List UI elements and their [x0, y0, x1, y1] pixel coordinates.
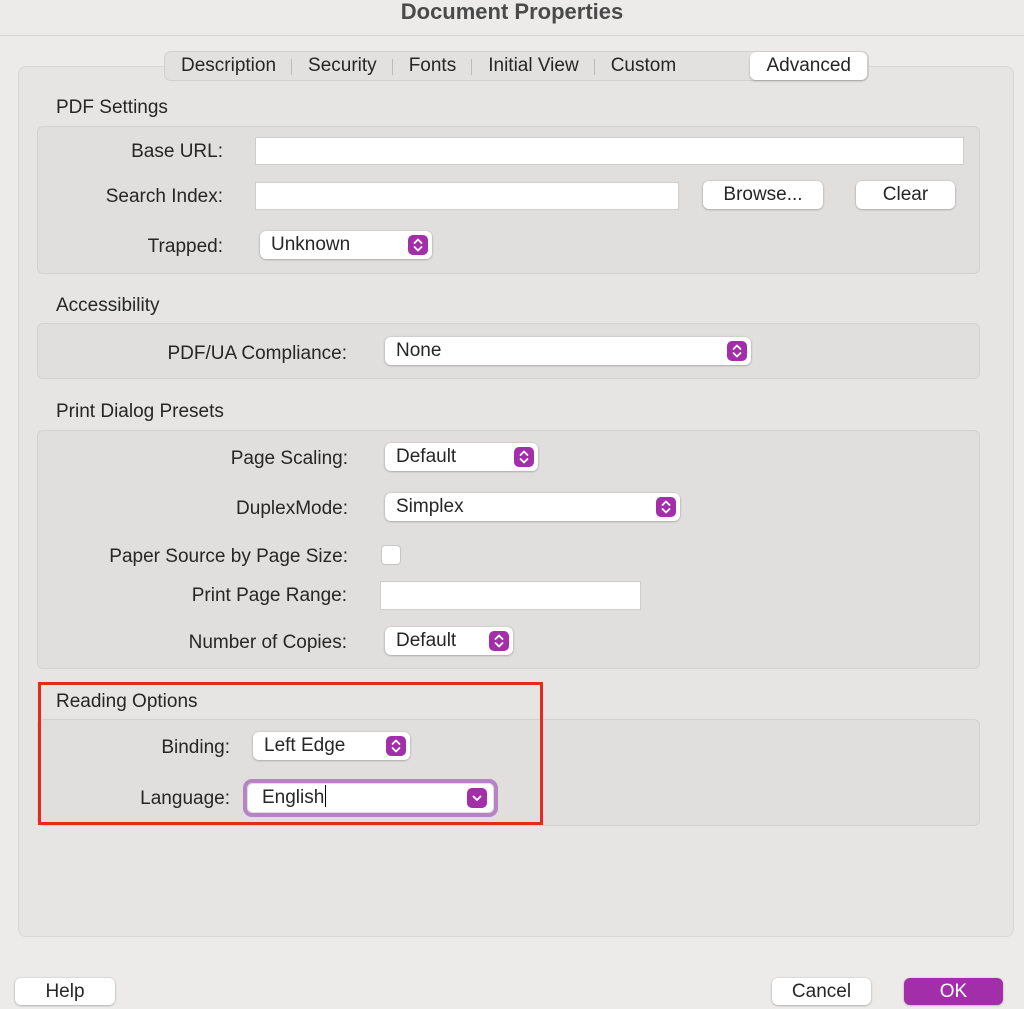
paper-source-label: Paper Source by Page Size: [109, 546, 348, 567]
updown-arrows-icon [656, 497, 676, 517]
paper-source-checkbox[interactable] [381, 545, 401, 565]
help-button[interactable]: Help [15, 978, 115, 1005]
duplex-value: Simplex [396, 496, 464, 517]
updown-arrows-icon [727, 341, 747, 361]
print-presets-title: Print Dialog Presets [56, 401, 224, 422]
duplex-label: DuplexMode: [236, 498, 348, 519]
tab-custom[interactable]: Custom [595, 52, 692, 80]
pdfua-label: PDF/UA Compliance: [167, 343, 347, 364]
search-index-field[interactable] [255, 182, 679, 210]
copies-popup[interactable]: Default [385, 627, 513, 655]
copies-value: Default [396, 630, 457, 651]
tab-advanced[interactable]: Advanced [750, 52, 867, 80]
pdf-settings-title: PDF Settings [56, 97, 168, 118]
trapped-value: Unknown [271, 234, 351, 255]
tab-initial-view[interactable]: Initial View [472, 52, 596, 80]
cancel-button[interactable]: Cancel [772, 978, 871, 1005]
base-url-field[interactable] [255, 137, 964, 165]
updown-arrows-icon [408, 235, 428, 255]
print-range-field[interactable] [380, 581, 641, 610]
page-scaling-popup[interactable]: Default [385, 443, 538, 471]
tab-fonts[interactable]: Fonts [393, 52, 473, 80]
search-index-label: Search Index: [105, 186, 223, 207]
duplex-popup[interactable]: Simplex [385, 493, 680, 521]
tab-security[interactable]: Security [292, 52, 393, 80]
tab-description[interactable]: Description [165, 52, 293, 80]
pdfua-value: None [396, 340, 442, 361]
trapped-label: Trapped: [147, 236, 223, 257]
tab-bar: Description Security Fonts Initial View … [164, 51, 869, 81]
base-url-label: Base URL: [131, 141, 223, 162]
annotation-highlight-box [38, 682, 543, 825]
page-scaling-label: Page Scaling: [230, 448, 348, 469]
ok-button[interactable]: OK [904, 978, 1003, 1005]
print-range-label: Print Page Range: [191, 585, 347, 606]
pdfua-popup[interactable]: None [385, 337, 751, 365]
trapped-popup[interactable]: Unknown [260, 231, 432, 259]
clear-button[interactable]: Clear [856, 181, 955, 209]
updown-arrows-icon [489, 631, 509, 651]
copies-label: Number of Copies: [188, 632, 347, 653]
accessibility-title: Accessibility [56, 295, 160, 316]
page-scaling-value: Default [396, 446, 457, 467]
browse-button[interactable]: Browse... [703, 181, 823, 209]
updown-arrows-icon [514, 447, 534, 467]
window-title: Document Properties [0, 0, 1024, 36]
